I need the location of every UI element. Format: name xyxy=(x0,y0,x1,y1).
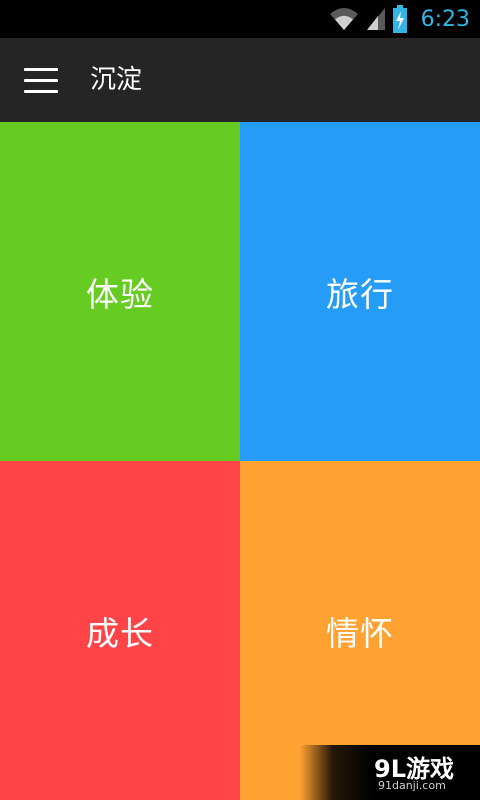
tile-label: 体验 xyxy=(86,274,154,314)
status-icons: 6:23 xyxy=(329,0,470,38)
status-time: 6:23 xyxy=(420,6,470,32)
tile-lvxing[interactable]: 旅行 xyxy=(240,122,480,461)
watermark: 9L游戏 91danji.com xyxy=(300,745,480,800)
tile-tiyan[interactable]: 体验 xyxy=(0,122,240,461)
battery-charging-icon xyxy=(392,5,407,33)
tile-label: 成长 xyxy=(86,613,154,653)
tile-label: 情怀 xyxy=(326,613,394,653)
status-bar: 6:23 xyxy=(0,0,480,38)
watermark-url: 91danji.com xyxy=(378,779,446,792)
tile-chengzhang[interactable]: 成长 xyxy=(0,461,240,800)
signal-icon xyxy=(366,8,385,30)
wifi-icon xyxy=(329,8,358,30)
tile-label: 旅行 xyxy=(326,274,394,314)
page-title: 沉淀 xyxy=(90,65,143,95)
action-bar: 沉淀 xyxy=(0,38,480,122)
hamburger-menu-icon[interactable] xyxy=(22,64,60,96)
